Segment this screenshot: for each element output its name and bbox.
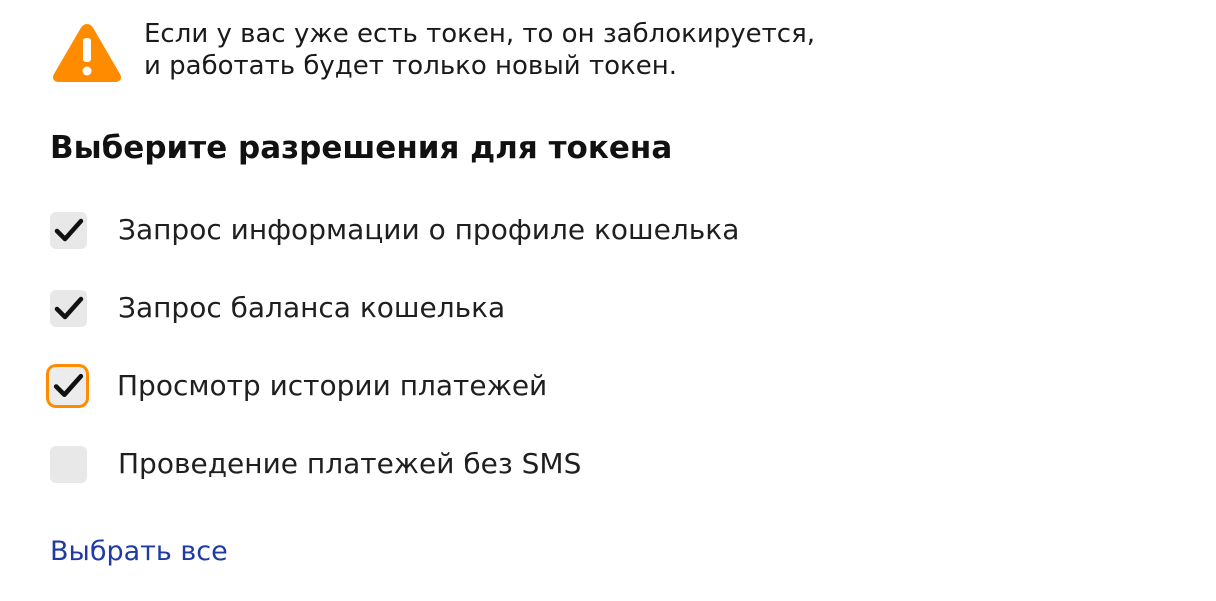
- token-warning: Если у вас уже есть токен, то он заблоки…: [50, 18, 815, 84]
- permission-profile-info[interactable]: Запрос информации о профиле кошелька: [50, 208, 739, 252]
- permissions-list: Запрос информации о профиле кошелька Зап…: [49, 208, 739, 520]
- warning-line-2: и работать будет только новый токен.: [144, 51, 677, 81]
- token-permissions-page: Если у вас уже есть токен, то он заблоки…: [0, 0, 1216, 601]
- permission-label: Проведение платежей без SMS: [118, 447, 582, 480]
- checkmark-icon: [54, 218, 84, 241]
- permission-label: Просмотр истории платежей: [117, 369, 548, 402]
- permission-payment-history[interactable]: Просмотр истории платежей: [49, 364, 739, 408]
- permission-label: Запрос информации о профиле кошелька: [118, 213, 740, 246]
- checkmark-icon: [53, 373, 84, 398]
- checkbox-balance[interactable]: [50, 289, 87, 327]
- checkbox-payments-without-sms[interactable]: [50, 445, 87, 483]
- warning-triangle-icon: [53, 24, 121, 82]
- permissions-heading: Выберите разрешения для токена: [50, 130, 673, 166]
- permission-label: Запрос баланса кошелька: [118, 291, 506, 324]
- checkbox-profile-info[interactable]: [50, 211, 87, 249]
- select-all-link[interactable]: Выбрать все: [50, 534, 228, 570]
- checkbox-payment-history[interactable]: [49, 367, 86, 405]
- permission-balance[interactable]: Запрос баланса кошелька: [50, 286, 739, 330]
- checkmark-icon: [54, 296, 84, 319]
- warning-line-1: Если у вас уже есть токен, то он заблоки…: [144, 19, 815, 49]
- warning-message: Если у вас уже есть токен, то он заблоки…: [144, 18, 815, 82]
- permission-payments-without-sms[interactable]: Проведение платежей без SMS: [50, 442, 739, 486]
